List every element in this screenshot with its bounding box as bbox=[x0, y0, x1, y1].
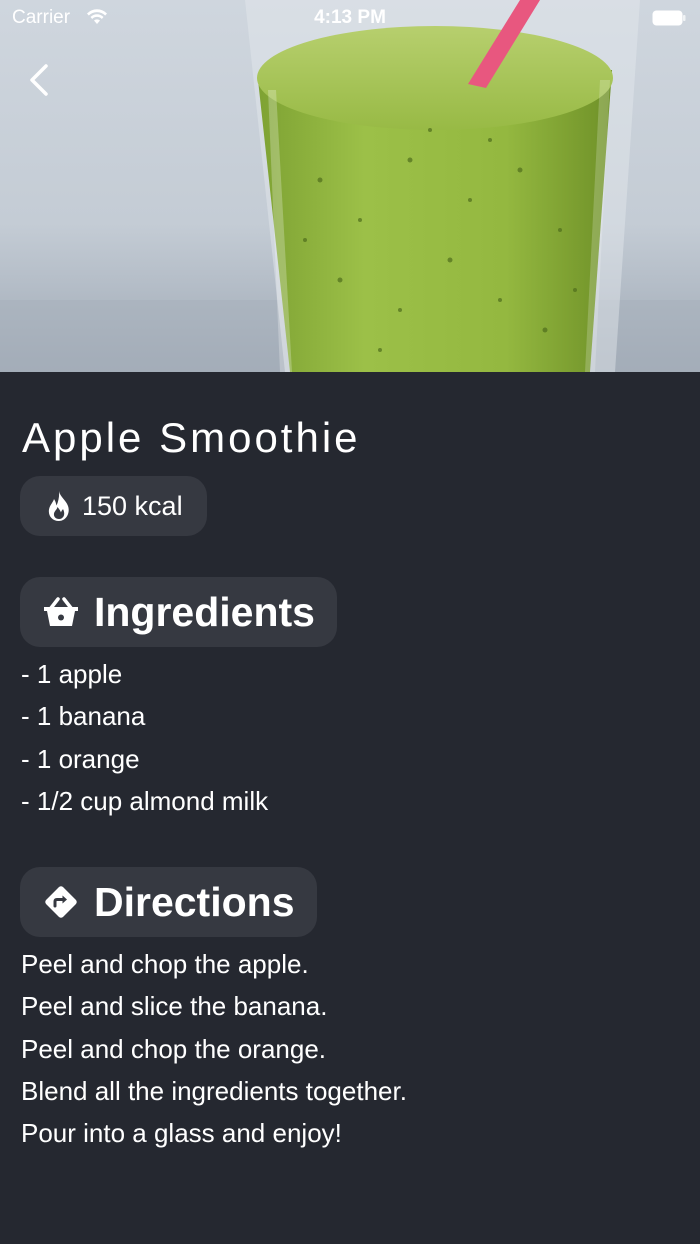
fire-icon bbox=[48, 491, 69, 521]
directions-heading: Directions bbox=[20, 867, 317, 937]
back-button[interactable] bbox=[18, 58, 62, 102]
directions-sign-icon bbox=[45, 886, 77, 918]
directions-list: Peel and chop the apple. Peel and slice … bbox=[21, 943, 407, 1154]
recipe-hero-image bbox=[0, 0, 700, 372]
status-time: 4:13 PM bbox=[314, 7, 386, 28]
direction-step: Pour into a glass and enjoy! bbox=[21, 1118, 342, 1149]
ingredients-list: - 1 apple - 1 banana - 1 orange - 1/2 cu… bbox=[21, 653, 268, 822]
ingredients-heading: Ingredients bbox=[20, 577, 337, 647]
ingredient-item: - 1/2 cup almond milk bbox=[21, 785, 269, 816]
calorie-value: 150 kcal bbox=[82, 490, 183, 521]
direction-step: Blend all the ingredients together. bbox=[21, 1075, 407, 1106]
ingredient-item: - 1 banana bbox=[21, 701, 146, 732]
ingredient-item: - 1 orange bbox=[21, 743, 140, 774]
calorie-badge: 150 kcal bbox=[20, 476, 207, 536]
status-bar: Carrier 4:13 PM bbox=[0, 0, 700, 36]
directions-heading-label: Directions bbox=[94, 878, 295, 925]
battery-icon bbox=[652, 10, 686, 26]
recipe-details: Apple Smoothie 150 kcal Ingredients - 1 … bbox=[0, 372, 700, 1244]
ingredients-heading-label: Ingredients bbox=[94, 588, 315, 635]
recipe-title: Apple Smoothie bbox=[22, 414, 361, 461]
chevron-left-icon bbox=[30, 64, 48, 96]
basket-icon bbox=[44, 597, 78, 626]
direction-step: Peel and chop the apple. bbox=[21, 949, 309, 979]
smoothie-illustration bbox=[0, 0, 700, 372]
ingredient-item: - 1 apple bbox=[21, 659, 123, 689]
direction-step: Peel and slice the banana. bbox=[21, 991, 328, 1022]
direction-step: Peel and chop the orange. bbox=[21, 1033, 327, 1064]
